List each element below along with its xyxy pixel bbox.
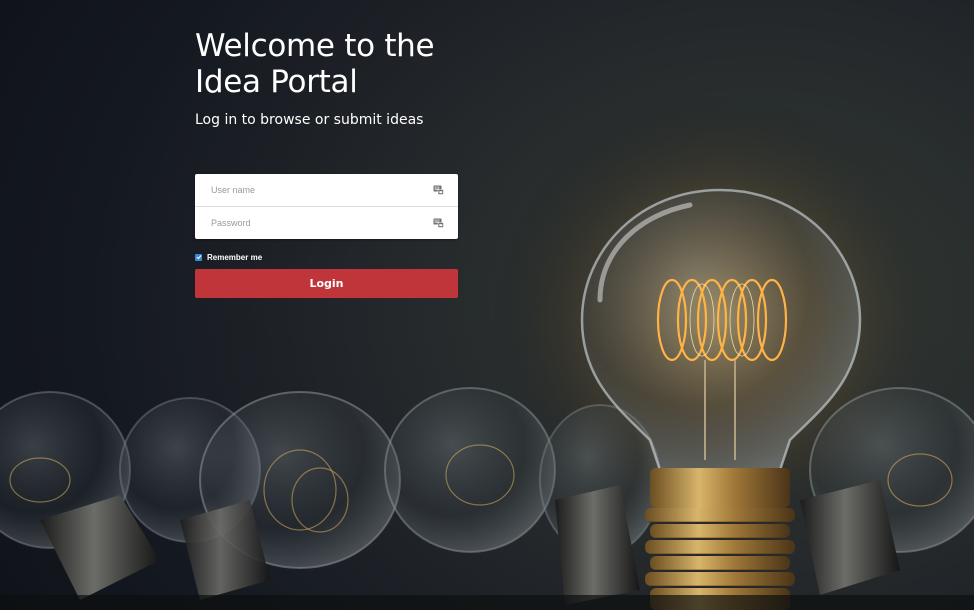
page-subtitle: Log in to browse or submit ideas [195,112,424,128]
username-field-wrapper [195,174,458,206]
remember-me-row: Remember me [195,252,458,262]
light-bulbs-background-image [0,90,974,610]
page-title: Welcome to the Idea Portal [195,28,435,100]
login-button[interactable]: Login [195,269,458,298]
credentials-icon[interactable] [433,218,444,228]
username-input[interactable] [195,174,458,206]
login-panel: Welcome to the Idea Portal Log in to bro… [195,28,458,298]
password-field-wrapper [195,206,458,239]
password-input[interactable] [195,207,458,239]
credentials-icon[interactable] [433,185,444,195]
checkmark-icon [196,255,201,260]
remember-me-checkbox[interactable] [195,253,202,261]
login-form [195,174,458,239]
remember-me-label[interactable]: Remember me [207,253,262,262]
